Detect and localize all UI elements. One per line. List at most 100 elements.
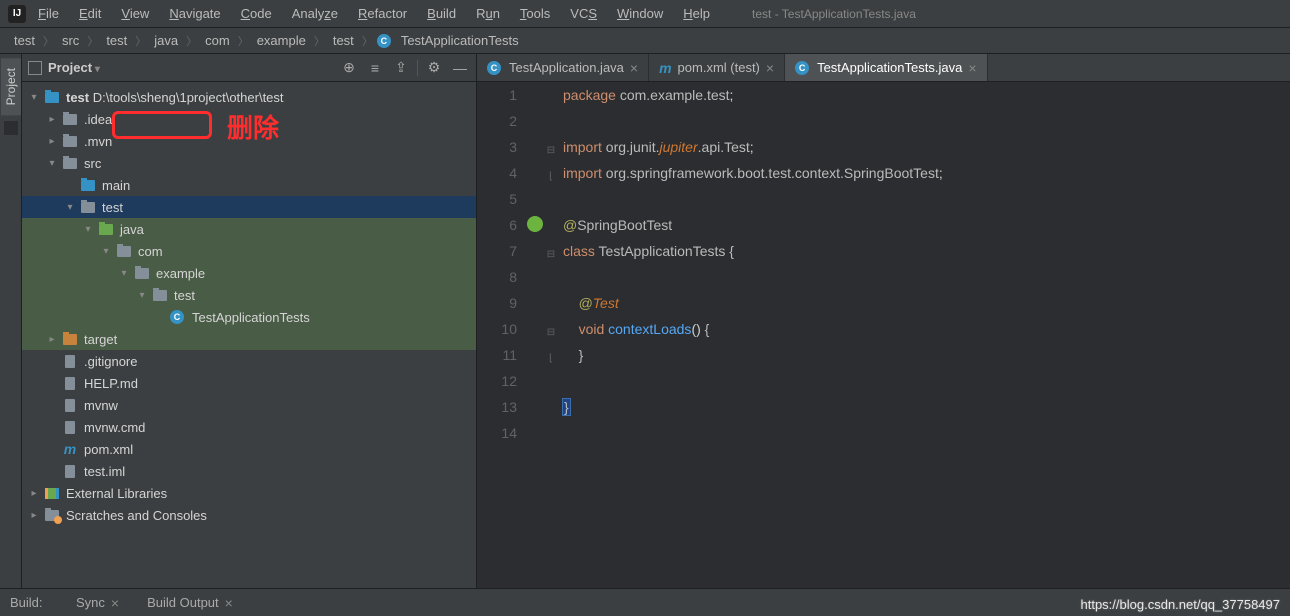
crumb[interactable]: com	[201, 31, 234, 50]
select-opened-file-icon[interactable]: ⊕	[339, 58, 359, 78]
tree-row[interactable]: mvnw	[22, 394, 476, 416]
menu-build[interactable]: Build	[419, 3, 464, 24]
tree-row[interactable]: target	[22, 328, 476, 350]
tree-row[interactable]: src	[22, 152, 476, 174]
code-content[interactable]: package com.example.test; import org.jun…	[557, 82, 1290, 588]
crumb[interactable]: test	[10, 31, 39, 50]
tree-root[interactable]: test D:\tools\sheng\1project\other\test	[22, 86, 476, 108]
close-icon[interactable]: ×	[111, 595, 119, 611]
close-icon[interactable]: ×	[225, 595, 233, 611]
spring-icon[interactable]	[527, 216, 543, 232]
menu-run[interactable]: Run	[468, 3, 508, 24]
class-icon: C	[377, 34, 391, 48]
fold-end-icon[interactable]: ⌊	[545, 346, 557, 372]
gear-icon[interactable]: ⚙	[424, 58, 444, 78]
editor-tab[interactable]: mpom.xml (test)×	[649, 54, 785, 81]
fold-start-icon[interactable]: ⊟	[545, 242, 557, 268]
crumb[interactable]: java	[150, 31, 182, 50]
line-number-gutter: 1234567891011121314	[477, 82, 527, 588]
menu-edit[interactable]: Edit	[71, 3, 109, 24]
project-tree[interactable]: 删除 test D:\tools\sheng\1project\other\te…	[22, 82, 476, 588]
toggle-icon[interactable]	[28, 488, 40, 499]
separator	[417, 60, 418, 76]
tree-label: .gitignore	[84, 354, 137, 369]
folder-icon	[62, 156, 78, 170]
menu-vcs[interactable]: VCS	[562, 3, 605, 24]
build-label: Build:	[10, 595, 56, 610]
toggle-icon[interactable]	[82, 224, 94, 235]
chevron-right-icon: 〉	[43, 33, 54, 49]
tree-row[interactable]: HELP.md	[22, 372, 476, 394]
vertical-tab-project[interactable]: Project	[1, 58, 21, 115]
tree-row[interactable]: mpom.xml	[22, 438, 476, 460]
project-view-selector[interactable]: Project	[48, 60, 100, 75]
tree-label: src	[84, 156, 101, 171]
tree-row[interactable]: CTestApplicationTests	[22, 306, 476, 328]
fold-end-icon[interactable]: ⌊	[545, 164, 557, 190]
crumb[interactable]: test	[102, 31, 131, 50]
structure-icon[interactable]	[4, 121, 18, 135]
tree-row[interactable]: main	[22, 174, 476, 196]
collapse-all-icon[interactable]: ⇪	[391, 58, 411, 78]
toggle-icon[interactable]	[28, 92, 40, 103]
file-icon	[62, 376, 78, 390]
tree-row[interactable]: com	[22, 240, 476, 262]
menubar: File Edit View Navigate Code Analyze Ref…	[0, 0, 1290, 28]
tree-row[interactable]: test	[22, 284, 476, 306]
tree-scratches[interactable]: Scratches and Consoles	[22, 504, 476, 526]
toggle-icon[interactable]	[64, 202, 76, 213]
crumb[interactable]: test	[329, 31, 358, 50]
editor-tab[interactable]: CTestApplicationTests.java×	[785, 54, 987, 81]
tree-label: pom.xml	[84, 442, 133, 457]
crumb[interactable]: TestApplicationTests	[397, 31, 523, 50]
close-icon[interactable]: ×	[968, 60, 976, 76]
tree-label: External Libraries	[66, 486, 167, 501]
tree-external-libs[interactable]: External Libraries	[22, 482, 476, 504]
toggle-icon[interactable]	[46, 114, 58, 125]
toggle-icon[interactable]	[46, 334, 58, 345]
build-tab-sync[interactable]: Sync×	[68, 592, 127, 614]
menu-refactor[interactable]: Refactor	[350, 3, 415, 24]
close-icon[interactable]: ×	[766, 60, 774, 76]
tree-row[interactable]: example	[22, 262, 476, 284]
file-icon	[62, 464, 78, 478]
toggle-icon[interactable]	[28, 510, 40, 521]
crumb[interactable]: src	[58, 31, 83, 50]
tree-row[interactable]: .gitignore	[22, 350, 476, 372]
tree-row[interactable]: test	[22, 196, 476, 218]
menu-code[interactable]: Code	[233, 3, 280, 24]
toggle-icon[interactable]	[46, 158, 58, 169]
expand-all-icon[interactable]: ≡	[365, 58, 385, 78]
tree-label: Scratches and Consoles	[66, 508, 207, 523]
crumb[interactable]: example	[253, 31, 310, 50]
toggle-icon[interactable]	[100, 246, 112, 257]
menu-navigate[interactable]: Navigate	[161, 3, 228, 24]
menu-tools[interactable]: Tools	[512, 3, 558, 24]
editor-tab[interactable]: CTestApplication.java×	[477, 54, 649, 81]
menu-view[interactable]: View	[113, 3, 157, 24]
tree-label: mvnw	[84, 398, 118, 413]
fold-start-icon[interactable]: ⊟	[545, 138, 557, 164]
fold-start-icon[interactable]: ⊟	[545, 320, 557, 346]
tree-row[interactable]: test.iml	[22, 460, 476, 482]
toggle-icon[interactable]	[136, 290, 148, 301]
menu-analyze[interactable]: Analyze	[284, 3, 346, 24]
tree-label: main	[102, 178, 130, 193]
panel-icon	[28, 61, 42, 75]
toggle-icon[interactable]	[46, 136, 58, 147]
class-icon: C	[170, 310, 186, 324]
close-icon[interactable]: ×	[630, 60, 638, 76]
folder-icon	[98, 222, 114, 236]
tab-label: TestApplication.java	[509, 60, 624, 75]
menu-window[interactable]: Window	[609, 3, 671, 24]
toggle-icon[interactable]	[118, 268, 130, 279]
scratches-icon	[44, 508, 60, 522]
app-icon	[8, 5, 26, 23]
tree-row[interactable]: java	[22, 218, 476, 240]
build-tab-output[interactable]: Build Output×	[139, 592, 241, 614]
tree-row[interactable]: mvnw.cmd	[22, 416, 476, 438]
hide-icon[interactable]: —	[450, 58, 470, 78]
menu-file[interactable]: File	[30, 3, 67, 24]
menu-help[interactable]: Help	[675, 3, 718, 24]
code-editor[interactable]: 1234567891011121314 ⊟ ⌊ ⊟ ⊟ ⌊ package co…	[477, 82, 1290, 588]
